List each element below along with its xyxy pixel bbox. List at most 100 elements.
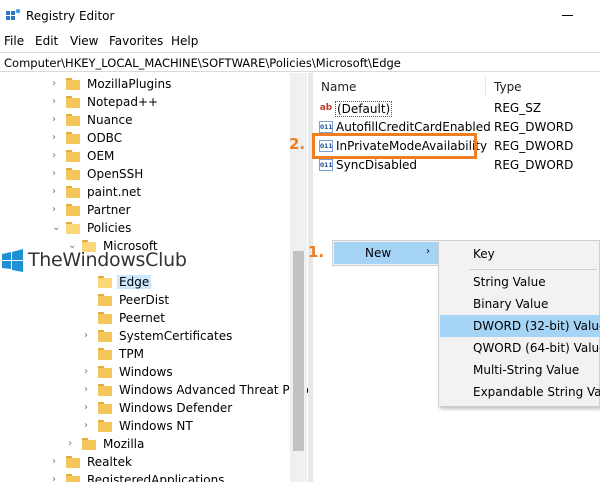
value-name: AutofillCreditCardEnabled (336, 120, 491, 134)
tree-item-label: Windows Advanced Threat Prote (119, 383, 308, 397)
context-menu-new[interactable]: New › (334, 242, 438, 264)
menu-help[interactable]: Help (171, 34, 198, 48)
watermark: TheWindowsClub (0, 246, 187, 276)
submenu-item-multi-string-value[interactable]: Multi-String Value (440, 359, 600, 381)
menu-item-label: Binary Value (473, 297, 549, 311)
menu-file[interactable]: File (4, 34, 24, 48)
registry-tree: › MozillaPlugins › Notepad++ › Nuance › … (0, 73, 308, 482)
submenu-item-string-value[interactable]: String Value (440, 271, 600, 293)
folder-icon (66, 204, 80, 216)
chevron-right-icon[interactable]: › (52, 132, 62, 144)
folder-icon (66, 168, 80, 180)
tree-item-partner[interactable]: › Partner (0, 201, 290, 219)
chevron-right-icon[interactable]: › (52, 96, 62, 108)
tree-item-notepadpp[interactable]: › Notepad++ (0, 93, 290, 111)
folder-icon (98, 366, 112, 378)
tree-item-label: Edge (117, 275, 152, 289)
tree-item-label: ODBC (87, 131, 123, 145)
tree-item-mozilla[interactable]: › Mozilla (0, 435, 290, 453)
menu-favorites[interactable]: Favorites (109, 34, 163, 48)
folder-icon (66, 96, 80, 108)
tree-item-oem[interactable]: › OEM (0, 147, 290, 165)
folder-icon (66, 456, 80, 468)
tree-item-label: Notepad++ (87, 95, 159, 109)
chevron-right-icon[interactable]: › (52, 474, 62, 482)
tree-item-label: Policies (87, 221, 132, 235)
menu-item-label: Key (473, 247, 495, 261)
address-bar[interactable]: Computer\HKEY_LOCAL_MACHINE\SOFTWARE\Pol… (0, 52, 600, 72)
scrollbar-thumb[interactable] (293, 251, 304, 451)
folder-icon (98, 330, 112, 342)
chevron-right-icon[interactable]: › (84, 330, 94, 342)
chevron-right-icon[interactable]: › (84, 366, 94, 378)
tree-item-windows-defender[interactable]: › Windows Defender (0, 399, 290, 417)
menu-separator (469, 269, 597, 270)
menu-item-label: New (365, 246, 392, 260)
value-name: SyncDisabled (336, 158, 418, 172)
tree-item-tpm[interactable]: TPM (0, 345, 290, 363)
minimize-button[interactable] (562, 15, 573, 16)
folder-icon (66, 132, 80, 144)
folder-icon (98, 420, 112, 432)
title-bar: Registry Editor (0, 0, 600, 32)
menu-edit[interactable]: Edit (35, 34, 58, 48)
tree-item-policies[interactable]: ⌄ Policies (0, 219, 290, 237)
menu-item-label: Expandable String Value (473, 385, 600, 399)
submenu-item-dword-value[interactable]: DWORD (32-bit) Value (440, 315, 600, 337)
chevron-right-icon[interactable]: › (52, 150, 62, 162)
tree-item-openssh[interactable]: › OpenSSH (0, 165, 290, 183)
tree-item-realtek[interactable]: › Realtek (0, 453, 290, 471)
folder-icon (98, 384, 112, 396)
submenu-item-expandable-string-value[interactable]: Expandable String Value (440, 381, 600, 403)
chevron-right-icon[interactable]: › (84, 420, 94, 432)
tree-item-mozillaplugins[interactable]: › MozillaPlugins (0, 75, 290, 93)
tree-item-label: Realtek (87, 455, 132, 469)
tree-item-label: Windows (119, 365, 173, 379)
chevron-right-icon[interactable]: › (84, 384, 94, 396)
chevron-right-icon[interactable]: › (52, 168, 62, 180)
folder-icon (98, 402, 112, 414)
chevron-right-icon[interactable]: › (52, 114, 62, 126)
tree-item-odbc[interactable]: › ODBC (0, 129, 290, 147)
tree-item-windows-atp[interactable]: › Windows Advanced Threat Prote (0, 381, 308, 399)
new-submenu: Key String Value Binary Value DWORD (32-… (438, 240, 600, 407)
folder-icon (66, 474, 80, 482)
chevron-right-icon[interactable]: › (52, 204, 62, 216)
chevron-right-icon[interactable]: › (84, 402, 94, 414)
tree-item-peerdist[interactable]: PeerDist (0, 291, 290, 309)
submenu-item-binary-value[interactable]: Binary Value (440, 293, 600, 315)
dword-value-icon: 011 (319, 121, 333, 133)
menu-view[interactable]: View (70, 34, 98, 48)
column-separator[interactable] (485, 77, 486, 97)
folder-icon (98, 294, 112, 306)
chevron-right-icon[interactable]: › (68, 438, 78, 450)
value-row[interactable]: ab (Default) REG_SZ (313, 99, 600, 117)
chevron-right-icon[interactable]: › (52, 78, 62, 90)
submenu-item-key[interactable]: Key (440, 243, 600, 265)
column-header-type[interactable]: Type (494, 80, 522, 94)
chevron-right-icon[interactable]: › (52, 186, 62, 198)
folder-icon (98, 312, 112, 324)
submenu-item-qword-value[interactable]: QWORD (64-bit) Value (440, 337, 600, 359)
column-header-name[interactable]: Name (321, 80, 356, 94)
chevron-right-icon[interactable]: › (52, 456, 62, 468)
chevron-down-icon[interactable]: ⌄ (52, 222, 62, 234)
tree-item-windows[interactable]: › Windows (0, 363, 290, 381)
tree-item-label: PeerDist (119, 293, 170, 307)
tree-item-windows-nt[interactable]: › Windows NT (0, 417, 290, 435)
tree-item-label: paint.net (87, 185, 142, 199)
menu-item-label: DWORD (32-bit) Value (473, 319, 600, 333)
annotation-step-2: 2. (289, 135, 306, 153)
tree-item-peernet[interactable]: Peernet (0, 309, 290, 327)
tree-item-nuance[interactable]: › Nuance (0, 111, 290, 129)
tree-item-paintnet[interactable]: › paint.net (0, 183, 290, 201)
tree-item-label: Mozilla (103, 437, 145, 451)
folder-open-icon (98, 276, 112, 288)
annotation-highlight-box (312, 133, 477, 159)
tree-item-label: Partner (87, 203, 131, 217)
tree-item-registeredapplications[interactable]: › RegisteredApplications (0, 471, 290, 482)
folder-icon (66, 150, 80, 162)
menu-item-label: Multi-String Value (473, 363, 580, 377)
tree-item-systemcertificates[interactable]: › SystemCertificates (0, 327, 290, 345)
tree-item-label: Windows Defender (119, 401, 233, 415)
